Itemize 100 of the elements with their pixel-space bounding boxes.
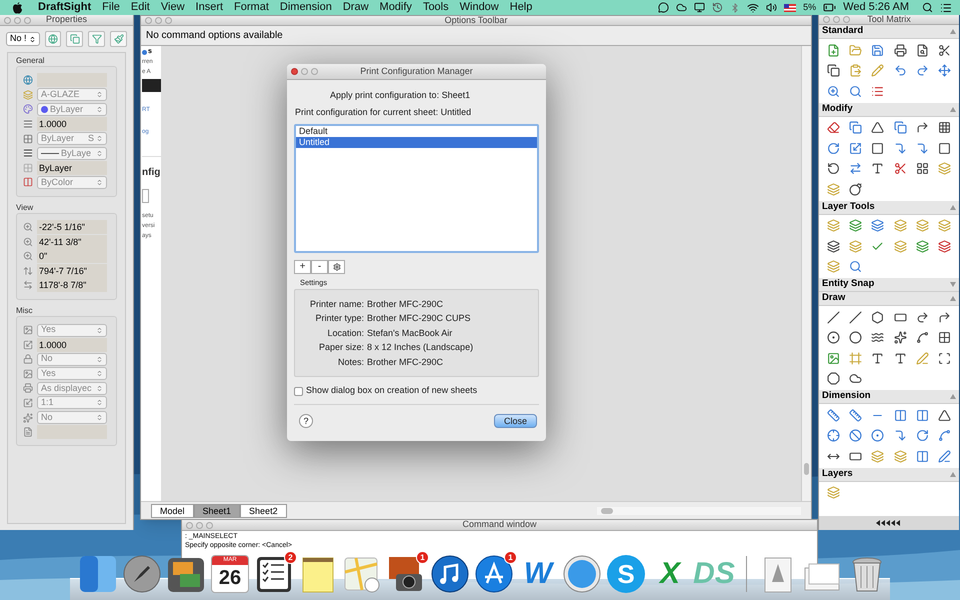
sheet-tab[interactable]: Sheet2 — [240, 504, 287, 518]
search-icon[interactable] — [922, 2, 933, 13]
printer-icon[interactable] — [894, 44, 907, 57]
toolbar-button[interactable] — [66, 31, 84, 47]
line-icon[interactable] — [826, 310, 840, 324]
menu-item[interactable]: Dimension — [280, 0, 332, 16]
zoom-icon[interactable] — [826, 84, 840, 98]
chat-icon[interactable] — [658, 2, 670, 13]
menu-item[interactable]: Help — [510, 0, 532, 16]
flag-icon[interactable] — [784, 4, 796, 12]
layers-icon[interactable] — [826, 182, 840, 196]
menu-item[interactable]: Format — [234, 0, 269, 16]
volume-icon[interactable] — [766, 2, 778, 13]
frame-icon[interactable] — [848, 352, 862, 365]
redo-icon[interactable] — [916, 64, 929, 78]
scissors-icon[interactable] — [894, 162, 907, 176]
hatch-icon[interactable] — [938, 331, 952, 344]
section-header[interactable]: Entity Snap — [819, 278, 959, 292]
battery-icon[interactable] — [823, 1, 836, 14]
image-icon[interactable] — [826, 352, 840, 365]
menu-item[interactable]: Draw — [342, 0, 369, 16]
undo-icon[interactable] — [894, 64, 907, 78]
copy-icon[interactable] — [894, 121, 907, 134]
rotate-icon[interactable] — [826, 162, 840, 176]
remove-button[interactable]: - — [311, 260, 328, 274]
section-header[interactable]: Modify — [819, 102, 959, 116]
rotate-icon[interactable] — [826, 142, 840, 155]
menu-item[interactable]: Modify — [380, 0, 412, 16]
folder-icon[interactable] — [848, 44, 862, 57]
polygon-icon[interactable] — [871, 310, 884, 324]
diameter-icon[interactable] — [848, 429, 862, 442]
menu-item[interactable]: Window — [460, 0, 499, 16]
text-icon[interactable] — [894, 352, 907, 365]
square-icon[interactable] — [938, 142, 952, 155]
help-button[interactable]: ? — [299, 414, 313, 428]
text-icon[interactable] — [871, 352, 884, 365]
menu-item[interactable]: Tools — [422, 0, 449, 16]
checklist-icon[interactable] — [254, 554, 294, 594]
layer-icon[interactable] — [871, 219, 884, 232]
app-menu[interactable]: DraftSight — [38, 0, 92, 16]
join-icon[interactable] — [848, 162, 862, 176]
scale-icon[interactable] — [848, 142, 862, 155]
ellipse-icon[interactable] — [848, 331, 862, 344]
display-icon[interactable] — [694, 2, 706, 13]
collapse-arrows-icon[interactable] — [876, 520, 902, 526]
apple-icon[interactable] — [12, 2, 23, 14]
center-mark-icon[interactable] — [826, 429, 840, 442]
list-item[interactable]: Default — [296, 126, 537, 137]
circle-icon[interactable] — [826, 331, 840, 344]
octagon-icon[interactable] — [826, 372, 840, 386]
dropdown[interactable] — [142, 189, 149, 203]
eraser-icon[interactable] — [826, 121, 840, 134]
music-icon[interactable] — [430, 554, 470, 594]
menu-item[interactable]: Insert — [196, 0, 224, 16]
app-icon[interactable]: X — [660, 554, 680, 594]
hatch-icon[interactable] — [916, 162, 929, 176]
corner-icon[interactable] — [916, 121, 929, 134]
sheet-tab[interactable]: Model — [151, 504, 194, 518]
scissors-icon[interactable] — [938, 44, 952, 57]
region-icon[interactable] — [938, 352, 952, 365]
menu-item[interactable]: File — [102, 0, 120, 16]
section-header[interactable]: Layer Tools — [819, 200, 959, 214]
section-header[interactable]: Draw — [819, 292, 959, 306]
bomb-icon[interactable] — [848, 182, 862, 196]
new-file-icon[interactable] — [826, 44, 840, 57]
sheet-tab[interactable]: Sheet1 — [194, 504, 240, 518]
square-icon[interactable] — [871, 142, 884, 155]
checkbox[interactable]: Show dialog box on creation of new sheets — [294, 384, 539, 398]
save-icon[interactable] — [871, 44, 884, 57]
section-header[interactable]: Dimension — [819, 390, 959, 404]
section-header[interactable]: Layers — [819, 468, 959, 482]
wifi-icon[interactable] — [747, 2, 760, 14]
array-icon[interactable] — [938, 121, 952, 134]
layer-icon[interactable] — [826, 240, 840, 253]
cloud-icon[interactable] — [676, 2, 688, 13]
toolbar-button[interactable] — [110, 31, 128, 47]
line-icon[interactable] — [848, 310, 862, 324]
radius-icon[interactable] — [871, 429, 884, 442]
document-search-icon[interactable] — [916, 44, 929, 57]
paste-icon[interactable] — [848, 64, 862, 78]
dropdown[interactable]: No ! — [6, 32, 40, 46]
layers-icon[interactable] — [938, 162, 952, 176]
pen-icon[interactable] — [916, 352, 929, 365]
app-icon[interactable]: W — [524, 554, 552, 594]
section-header[interactable]: Standard — [819, 25, 959, 39]
spline-icon[interactable] — [916, 331, 929, 344]
copy-icon[interactable] — [826, 64, 840, 78]
toolbar-button[interactable] — [88, 31, 106, 47]
list-icon[interactable] — [871, 84, 884, 98]
layer-icon[interactable] — [938, 240, 952, 253]
add-button[interactable]: + — [294, 260, 311, 274]
copy-icon[interactable] — [848, 121, 862, 134]
ruler-icon[interactable] — [826, 408, 840, 422]
move-icon[interactable] — [938, 64, 952, 78]
close-button[interactable]: Close — [494, 414, 537, 428]
menu-item[interactable]: Edit — [130, 0, 150, 16]
wave-icon[interactable] — [871, 331, 884, 344]
ruler-icon[interactable] — [848, 408, 862, 422]
list-item[interactable]: Untitled — [296, 137, 537, 148]
history-icon[interactable] — [712, 2, 724, 13]
